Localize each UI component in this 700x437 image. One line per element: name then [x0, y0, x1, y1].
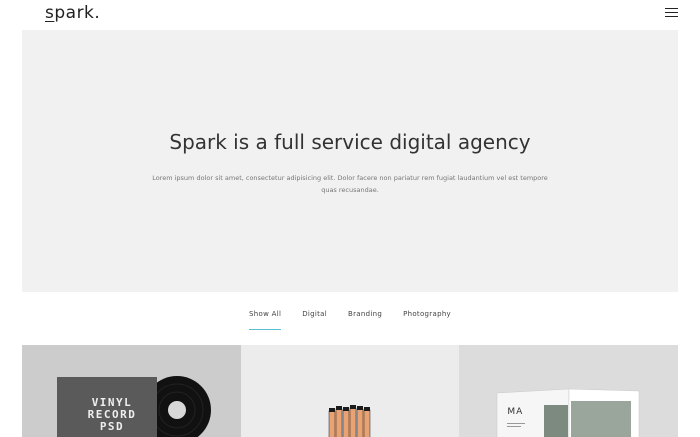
portfolio-item-vinyl[interactable]: VINYL RECORD PSD	[22, 345, 241, 437]
logo[interactable]: spark.	[45, 3, 100, 23]
site-header: spark.	[0, 0, 700, 30]
filter-digital[interactable]: Digital	[302, 310, 327, 330]
filter-photography[interactable]: Photography	[403, 310, 451, 330]
hero-section: Spark is a full service digital agency L…	[22, 30, 678, 292]
magazine-title: MA	[507, 407, 524, 417]
hero-description: Lorem ipsum dolor sit amet, consectetur …	[152, 174, 548, 194]
menu-bar	[665, 12, 678, 13]
filter-branding[interactable]: Branding	[348, 310, 382, 330]
portfolio-grid: VINYL RECORD PSD MA	[22, 345, 678, 437]
menu-bar	[665, 16, 678, 17]
hamburger-menu-icon[interactable]	[665, 8, 678, 18]
portfolio-item-magazine[interactable]: MA	[459, 345, 678, 437]
portfolio-filters: Show All Digital Branding Photography	[0, 310, 700, 330]
filter-show-all[interactable]: Show All	[249, 310, 282, 330]
magazine-image	[459, 345, 678, 437]
vinyl-title: VINYL RECORD PSD	[87, 396, 137, 433]
portfolio-item-pencils[interactable]	[240, 345, 460, 437]
menu-bar	[665, 8, 678, 9]
hero-title: Spark is a full service digital agency	[169, 130, 531, 154]
pencils-image	[240, 345, 460, 437]
